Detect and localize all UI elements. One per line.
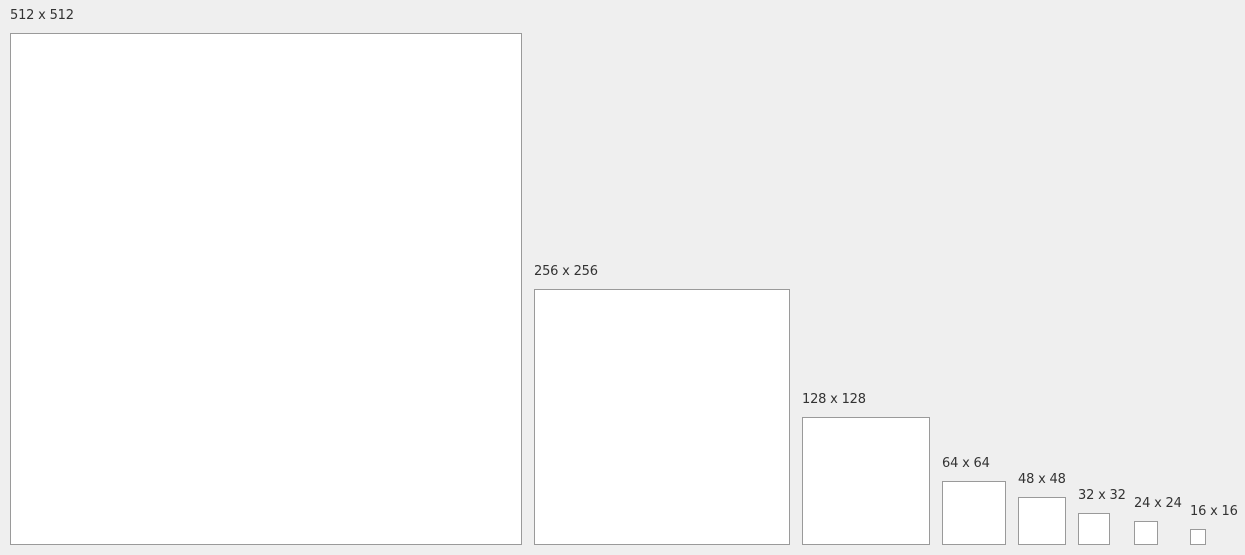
canvas-box-256 [534,289,790,545]
canvas-box-64 [942,481,1006,545]
tile-label: 24 x 24 [1134,496,1182,511]
tile-label: 128 x 128 [802,392,866,407]
canvas-box-24 [1134,521,1158,545]
tile-label: 48 x 48 [1018,472,1066,487]
icon-size-sheet: { "tiles": [ { "label": "512 x 512", "si… [0,0,1245,555]
tile-label: 64 x 64 [942,456,990,471]
tile-label: 512 x 512 [10,8,74,23]
canvas-box-48 [1018,497,1066,545]
canvas-box-32 [1078,513,1110,545]
canvas-box-512 [10,33,522,545]
tile-label: 32 x 32 [1078,488,1126,503]
tile-label: 16 x 16 [1190,504,1238,519]
tile-label: 256 x 256 [534,264,598,279]
canvas-box-16 [1190,529,1206,545]
canvas-box-128 [802,417,930,545]
